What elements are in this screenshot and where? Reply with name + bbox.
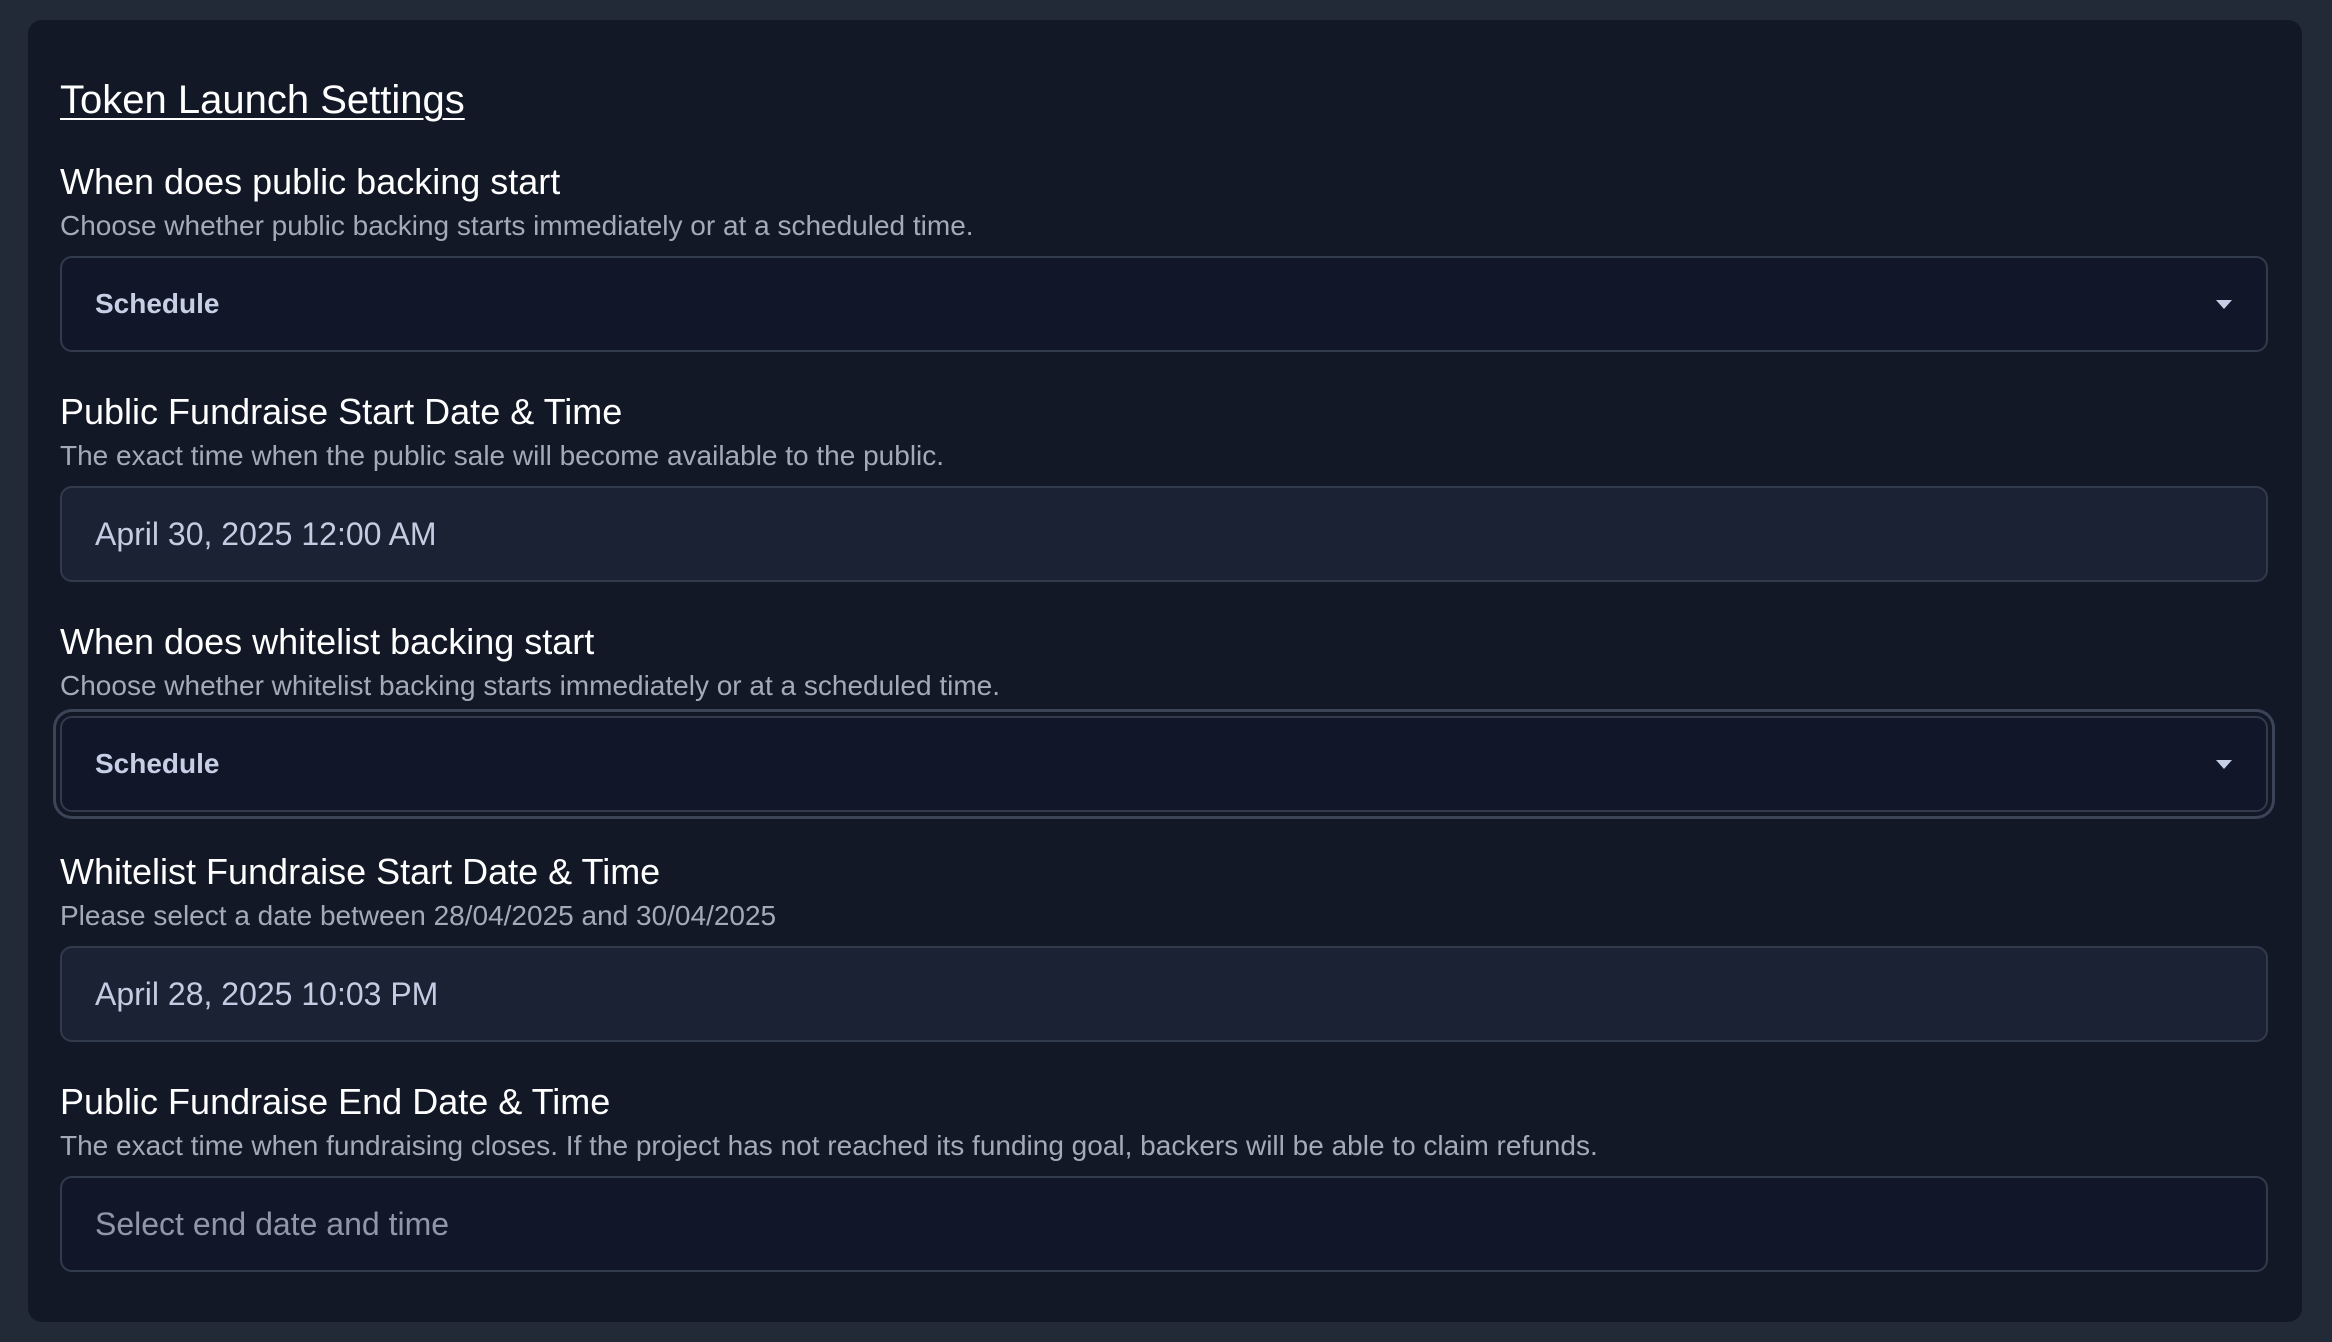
page-title: Token Launch Settings: [60, 78, 465, 122]
public-end-datetime-input[interactable]: Select end date and time: [60, 1176, 2268, 1272]
token-launch-settings-panel: Token Launch Settings When does public b…: [28, 20, 2302, 1322]
public-end-datetime-placeholder: Select end date and time: [95, 1205, 450, 1242]
public-start-datetime-value: April 30, 2025 12:00 AM: [95, 515, 437, 552]
public-start-datetime-label: Public Fundraise Start Date & Time: [60, 391, 623, 432]
chevron-down-icon: [2216, 760, 2232, 769]
public-start-datetime-input[interactable]: April 30, 2025 12:00 AM: [60, 486, 2268, 582]
public-start-datetime-help: The exact time when the public sale will…: [60, 440, 945, 471]
whitelist-start-datetime-input[interactable]: April 28, 2025 10:03 PM: [60, 946, 2268, 1042]
whitelist-backing-start-help: Choose whether whitelist backing starts …: [60, 670, 1000, 701]
public-backing-start-select[interactable]: Schedule: [60, 256, 2268, 352]
public-end-datetime-label: Public Fundraise End Date & Time: [60, 1081, 611, 1122]
whitelist-start-datetime-value: April 28, 2025 10:03 PM: [95, 975, 439, 1012]
public-backing-start-field: When does public backing start Choose wh…: [60, 160, 2268, 352]
public-backing-start-label: When does public backing start: [60, 161, 561, 202]
public-start-datetime-field: Public Fundraise Start Date & Time The e…: [60, 390, 2268, 582]
public-end-datetime-field: Public Fundraise End Date & Time The exa…: [60, 1080, 2268, 1272]
public-backing-start-value: Schedule: [95, 288, 220, 319]
whitelist-start-datetime-field: Whitelist Fundraise Start Date & Time Pl…: [60, 850, 2268, 1042]
public-backing-start-help: Choose whether public backing starts imm…: [60, 210, 974, 241]
whitelist-backing-start-field: When does whitelist backing start Choose…: [60, 620, 2268, 812]
whitelist-backing-start-value: Schedule: [95, 748, 220, 779]
whitelist-start-datetime-label: Whitelist Fundraise Start Date & Time: [60, 851, 661, 892]
chevron-down-icon: [2216, 300, 2232, 309]
whitelist-backing-start-label: When does whitelist backing start: [60, 621, 595, 662]
whitelist-backing-start-select[interactable]: Schedule: [60, 716, 2268, 812]
whitelist-start-datetime-help: Please select a date between 28/04/2025 …: [60, 900, 777, 931]
public-end-datetime-help: The exact time when fundraising closes. …: [60, 1130, 1598, 1161]
